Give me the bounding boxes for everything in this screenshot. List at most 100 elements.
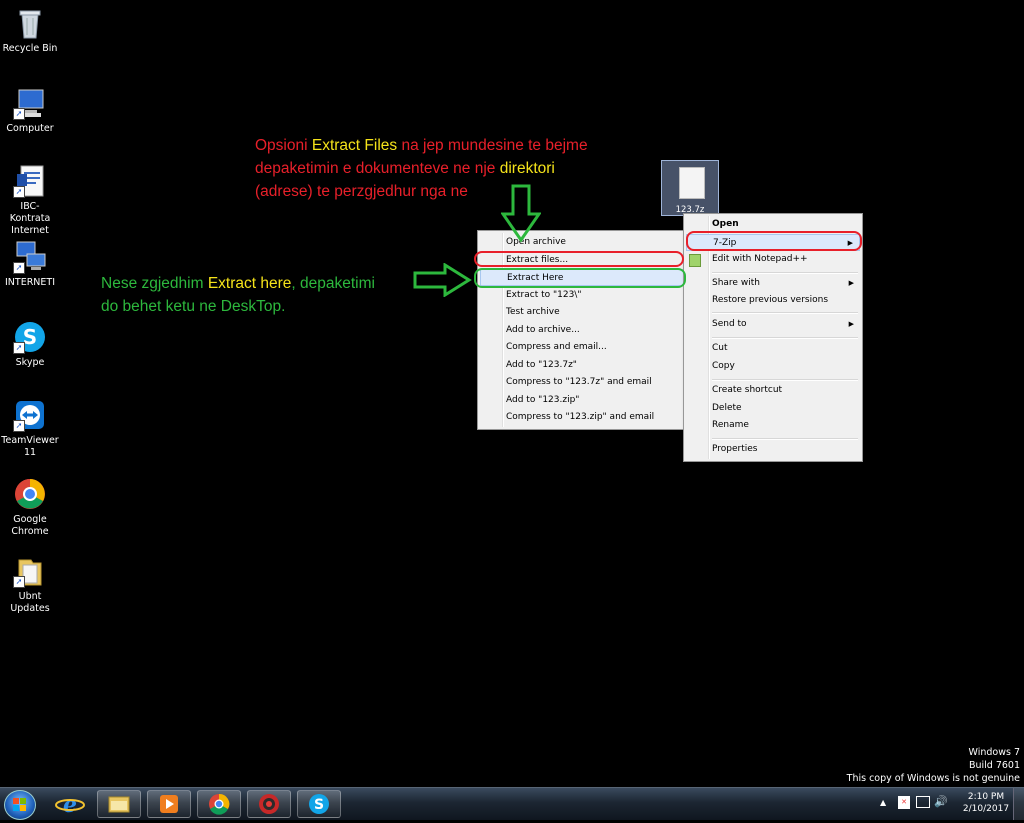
clock-time: 2:10 PM bbox=[967, 792, 1005, 802]
menu-item-add-to-7z[interactable]: Add to "123.7z" bbox=[480, 357, 684, 374]
menu-item-label: Share with bbox=[712, 278, 760, 288]
right-arrow-icon bbox=[413, 263, 472, 297]
menu-separator bbox=[712, 379, 858, 381]
word-document-icon: ➚ bbox=[13, 164, 47, 198]
annotation-highlight: direktori bbox=[499, 160, 555, 177]
annotation-left-line2: do behet ketu ne DeskTop. bbox=[101, 298, 286, 315]
menu-item-cut[interactable]: Cut bbox=[686, 340, 860, 357]
show-desktop-button[interactable] bbox=[1013, 788, 1024, 820]
volume-icon[interactable]: 🔊 bbox=[934, 795, 948, 808]
highlight-ring-extract-here bbox=[474, 268, 686, 288]
folder-icon: ➚ bbox=[13, 554, 47, 588]
svg-text:e: e bbox=[63, 792, 77, 818]
menu-item-label: Edit with Notepad++ bbox=[712, 254, 808, 264]
taskbar: e S ▲ ✕ 🔊 2:10 PM 2/10/2017 bbox=[0, 787, 1024, 820]
menu-item-add-to-archive[interactable]: Add to archive... bbox=[480, 322, 684, 339]
desktop-icon-label: TeamViewer 11 bbox=[1, 435, 59, 458]
menu-item-restore-versions[interactable]: Restore previous versions bbox=[686, 292, 860, 309]
down-arrow-icon bbox=[501, 184, 541, 243]
menu-separator bbox=[712, 337, 858, 339]
highlight-ring-extract-files bbox=[474, 251, 684, 267]
show-hidden-icons-icon[interactable]: ▲ bbox=[880, 798, 886, 807]
shortcut-arrow-icon: ➚ bbox=[13, 108, 25, 120]
menu-item-properties[interactable]: Properties bbox=[686, 441, 860, 458]
desktop-icon-skype[interactable]: S ➚ Skype bbox=[0, 320, 60, 369]
taskbar-media-player-button[interactable] bbox=[147, 790, 191, 818]
desktop-icon-label: Computer bbox=[6, 123, 54, 134]
annotation-highlight: Extract Files bbox=[311, 137, 398, 154]
taskbar-chrome-button[interactable] bbox=[197, 790, 241, 818]
menu-item-rename[interactable]: Rename bbox=[686, 417, 860, 434]
windows-logo-icon bbox=[13, 798, 26, 811]
system-tray: ▲ ✕ 🔊 2:10 PM 2/10/2017 bbox=[874, 788, 1024, 820]
desktop-icon-ubnt-updates[interactable]: ➚ Ubnt Updates bbox=[0, 554, 60, 615]
ie-icon: e bbox=[55, 792, 85, 818]
archive-file-icon bbox=[679, 167, 705, 199]
menu-item-send-to[interactable]: Send to ▶ bbox=[686, 316, 860, 333]
menu-separator bbox=[712, 312, 858, 314]
menu-item-edit-notepad[interactable]: Edit with Notepad++ bbox=[686, 251, 860, 268]
menu-item-compress-zip-email[interactable]: Compress to "123.zip" and email bbox=[480, 409, 684, 426]
watermark-line: Windows 7 bbox=[968, 747, 1020, 758]
menu-separator bbox=[712, 272, 858, 274]
watermark-line: This copy of Windows is not genuine bbox=[846, 773, 1020, 784]
menu-item-create-shortcut[interactable]: Create shortcut bbox=[686, 382, 860, 399]
chrome-icon bbox=[13, 477, 47, 511]
desktop-icon-recycle-bin[interactable]: Recycle Bin bbox=[0, 6, 60, 55]
selected-file-123-7z[interactable]: 123.7z bbox=[661, 160, 719, 216]
skype-icon: S ➚ bbox=[13, 320, 47, 354]
shortcut-arrow-icon: ➚ bbox=[13, 262, 25, 274]
menu-separator bbox=[712, 438, 858, 440]
desktop-icon-computer[interactable]: ➚ Computer bbox=[0, 86, 60, 135]
desktop-icon-ibc-kontrata[interactable]: ➚ IBC- Kontrata Internet bbox=[0, 164, 60, 237]
network-icon: ➚ bbox=[13, 240, 47, 274]
desktop-icon-interneti[interactable]: ➚ INTERNETI bbox=[0, 240, 60, 289]
menu-item-test-archive[interactable]: Test archive bbox=[480, 304, 684, 321]
taskbar-ie-button[interactable]: e bbox=[48, 790, 92, 818]
clock[interactable]: 2:10 PM 2/10/2017 bbox=[958, 791, 1014, 815]
desktop-icon-label: Recycle Bin bbox=[2, 43, 58, 54]
menu-item-copy[interactable]: Copy bbox=[686, 358, 860, 375]
annotation-text: na jep mundesine te bejme bbox=[397, 137, 588, 154]
annotation-highlight: Extract here bbox=[207, 275, 292, 292]
menu-item-add-to-zip[interactable]: Add to "123.zip" bbox=[480, 392, 684, 409]
action-center-icon[interactable]: ✕ bbox=[898, 796, 910, 809]
explorer-icon bbox=[108, 796, 130, 813]
network-tray-icon[interactable] bbox=[916, 796, 930, 808]
desktop-icon-teamviewer[interactable]: ➚ TeamViewer 11 bbox=[0, 398, 60, 459]
annotation-text: Opsioni bbox=[255, 137, 312, 154]
teamviewer-icon: ➚ bbox=[13, 398, 47, 432]
skype-icon: S bbox=[309, 794, 329, 814]
annotation-top-line1: Opsioni Extract Files na jep mundesine t… bbox=[255, 134, 588, 157]
menu-item-delete[interactable]: Delete bbox=[686, 400, 860, 417]
shortcut-arrow-icon: ➚ bbox=[13, 576, 25, 588]
start-button[interactable] bbox=[4, 790, 36, 820]
taskbar-explorer-button[interactable] bbox=[97, 790, 141, 818]
annotation-text: Nese zgjedhim bbox=[101, 275, 208, 292]
submenu-arrow-icon: ▶ bbox=[848, 279, 854, 287]
annotation-left: Nese zgjedhim Extract here, depaketimi d… bbox=[101, 272, 375, 318]
desktop-icon-google-chrome[interactable]: Google Chrome bbox=[0, 477, 60, 538]
desktop-icon-label: Skype bbox=[15, 357, 45, 368]
annotation-left-line1: Nese zgjedhim Extract here, depaketimi bbox=[101, 272, 375, 295]
menu-item-label: Send to bbox=[712, 319, 747, 329]
taskbar-skype-button[interactable]: S bbox=[297, 790, 341, 818]
menu-item-compress-email[interactable]: Compress and email... bbox=[480, 339, 684, 356]
shortcut-arrow-icon: ➚ bbox=[13, 420, 25, 432]
windows-watermark: Windows 7 Build 7601 This copy of Window… bbox=[847, 746, 1020, 785]
highlight-ring-7zip bbox=[686, 231, 862, 251]
menu-item-extract-to[interactable]: Extract to "123\" bbox=[480, 287, 684, 304]
annotation-text: depaketimin e dokumenteve ne nje bbox=[255, 160, 500, 177]
menu-item-share-with[interactable]: Share with ▶ bbox=[686, 275, 860, 292]
menu-item-compress-7z-email[interactable]: Compress to "123.7z" and email bbox=[480, 374, 684, 391]
shortcut-arrow-icon: ➚ bbox=[13, 342, 25, 354]
desktop-icon-label: Ubnt Updates bbox=[10, 591, 50, 614]
annotation-top-line2: depaketimin e dokumenteve ne nje direkto… bbox=[255, 157, 588, 180]
shortcut-arrow-icon: ➚ bbox=[13, 186, 25, 198]
recycle-bin-icon bbox=[13, 6, 47, 40]
watermark-line: Build 7601 bbox=[968, 760, 1020, 771]
taskbar-app-button[interactable] bbox=[247, 790, 291, 818]
media-player-icon bbox=[160, 795, 178, 813]
computer-icon: ➚ bbox=[13, 86, 47, 120]
desktop-icon-label: Google Chrome bbox=[11, 514, 49, 537]
